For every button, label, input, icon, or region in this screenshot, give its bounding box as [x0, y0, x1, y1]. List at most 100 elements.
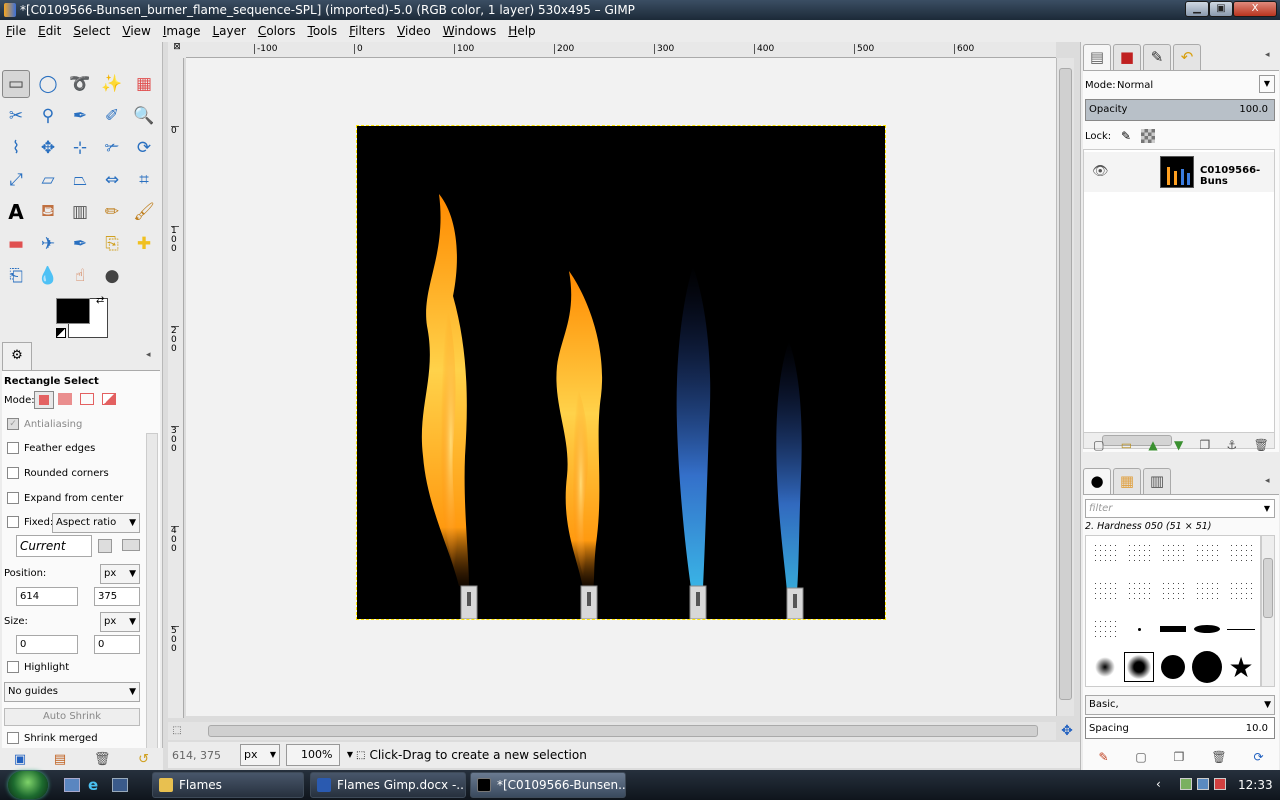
- lower-layer-icon[interactable]: ▼: [1174, 438, 1183, 456]
- horizontal-ruler[interactable]: -100 0 100 200 300 400 500 600: [186, 42, 1056, 58]
- fuzzy-select-tool-icon[interactable]: ✨: [98, 70, 126, 98]
- panel-menu-icon[interactable]: ◂: [1265, 50, 1270, 60]
- perspective-clone-tool-icon[interactable]: ⎗: [2, 262, 30, 290]
- chevron-down-icon[interactable]: ▼: [1259, 75, 1275, 93]
- brush-preview-spatter[interactable]: [1090, 538, 1120, 568]
- clock[interactable]: 12:33: [1238, 778, 1273, 792]
- by-color-select-tool-icon[interactable]: ▦: [130, 70, 158, 98]
- size-height-field[interactable]: 0: [94, 635, 140, 654]
- position-x-field[interactable]: 614: [16, 587, 78, 606]
- heal-tool-icon[interactable]: ✚: [130, 230, 158, 258]
- delete-options-icon[interactable]: 🗑: [94, 752, 111, 767]
- brush-preview-soft[interactable]: [1090, 652, 1120, 682]
- lock-alpha-icon[interactable]: [1141, 129, 1155, 143]
- brush-preview-spatter[interactable]: [1192, 538, 1222, 568]
- zoom-tool-icon[interactable]: 🔍: [130, 102, 158, 130]
- edit-brush-icon[interactable]: ✎: [1098, 750, 1108, 764]
- perspective-tool-icon[interactable]: ⏢: [66, 166, 94, 194]
- shear-tool-icon[interactable]: ▱: [34, 166, 62, 194]
- flip-tool-icon[interactable]: ⇔: [98, 166, 126, 194]
- brush-preview-spatter[interactable]: [1158, 576, 1188, 606]
- opacity-slider[interactable]: Opacity 100.0: [1085, 99, 1275, 121]
- measure-tool-icon[interactable]: ⌇: [2, 134, 30, 162]
- brush-preview-dot[interactable]: [1124, 614, 1154, 644]
- menu-video[interactable]: Video: [391, 24, 437, 38]
- highlight-checkbox[interactable]: [7, 661, 19, 673]
- quick-mask-icon[interactable]: ⬚: [168, 722, 186, 740]
- eraser-tool-icon[interactable]: ▬: [2, 230, 30, 258]
- airbrush-tool-icon[interactable]: ✈: [34, 230, 62, 258]
- size-width-field[interactable]: 0: [16, 635, 78, 654]
- raise-layer-icon[interactable]: ▲: [1148, 438, 1157, 456]
- reset-options-icon[interactable]: ↺: [138, 752, 149, 767]
- brushes-scrollbar[interactable]: [1261, 535, 1275, 687]
- color-picker-tool-icon[interactable]: ✐: [98, 102, 126, 130]
- layer-row[interactable]: 👁 C0109566-Buns: [1084, 152, 1274, 192]
- cage-tool-icon[interactable]: ⌗: [130, 166, 158, 194]
- aspect-current-field[interactable]: Current: [16, 535, 92, 557]
- position-y-field[interactable]: 375: [94, 587, 140, 606]
- foreground-select-tool-icon[interactable]: ⚲: [34, 102, 62, 130]
- unit-dropdown[interactable]: px ▼: [240, 744, 280, 766]
- menu-layer[interactable]: Layer: [206, 24, 251, 38]
- zoom-dropdown[interactable]: 100% ▼: [286, 744, 353, 766]
- gradients-tab[interactable]: ▥: [1143, 468, 1171, 494]
- internet-explorer-icon[interactable]: e: [88, 776, 98, 794]
- taskbar-item-flames[interactable]: Flames: [152, 772, 304, 798]
- menu-file[interactable]: File: [0, 24, 32, 38]
- move-tool-icon[interactable]: ✥: [34, 134, 62, 162]
- reset-colors-icon[interactable]: [56, 328, 66, 338]
- bucket-fill-tool-icon[interactable]: ⛾: [34, 198, 62, 226]
- channels-tab[interactable]: ■: [1113, 44, 1141, 70]
- vertical-scrollbar[interactable]: [1056, 58, 1074, 716]
- navigate-icon[interactable]: ✥: [1058, 722, 1076, 740]
- new-layer-icon[interactable]: ▢: [1093, 438, 1104, 456]
- network-icon[interactable]: [1197, 778, 1209, 790]
- landscape-icon[interactable]: [122, 539, 140, 551]
- duplicate-brush-icon[interactable]: ❐: [1174, 750, 1185, 764]
- ink-tool-icon[interactable]: ✒: [66, 230, 94, 258]
- rotate-tool-icon[interactable]: ⟳: [130, 134, 158, 162]
- portrait-icon[interactable]: [98, 539, 112, 553]
- brush-preview-hard-m[interactable]: [1158, 652, 1188, 682]
- panel-menu-icon[interactable]: ◂: [146, 350, 151, 360]
- horizontal-scrollbar[interactable]: [186, 722, 1056, 740]
- paths-tool-icon[interactable]: ✒: [66, 102, 94, 130]
- brush-preview-soft-sel[interactable]: [1124, 652, 1154, 682]
- rect-select-tool-icon[interactable]: ▭: [2, 70, 30, 98]
- brush-preview-line[interactable]: [1226, 614, 1256, 644]
- align-tool-icon[interactable]: ⊹: [66, 134, 94, 162]
- dodge-burn-tool-icon[interactable]: ●: [98, 262, 126, 290]
- scale-tool-icon[interactable]: ⤢: [2, 166, 30, 194]
- blur-tool-icon[interactable]: 💧: [34, 262, 62, 290]
- new-brush-icon[interactable]: ▢: [1135, 750, 1146, 764]
- anchor-layer-icon[interactable]: ⚓: [1227, 438, 1238, 456]
- menu-select[interactable]: Select: [67, 24, 116, 38]
- vertical-ruler[interactable]: 0 100 200 300 400 500: [168, 58, 184, 718]
- switch-windows-icon[interactable]: [112, 778, 128, 792]
- swap-colors-icon[interactable]: ⇄: [96, 295, 104, 306]
- crop-tool-icon[interactable]: ✃: [98, 134, 126, 162]
- tool-options-tab[interactable]: ⚙: [2, 342, 32, 370]
- menu-colors[interactable]: Colors: [252, 24, 302, 38]
- free-select-tool-icon[interactable]: ➰: [66, 70, 94, 98]
- eye-icon[interactable]: 👁: [1092, 164, 1109, 179]
- menu-view[interactable]: View: [116, 24, 156, 38]
- volume-icon[interactable]: [1214, 778, 1226, 790]
- brush-preview-hard-l[interactable]: [1192, 651, 1222, 683]
- fixed-mode-dropdown[interactable]: Aspect ratio ▼: [52, 513, 140, 533]
- foreground-color-swatch[interactable]: [56, 298, 90, 324]
- mode-intersect-button[interactable]: [102, 393, 116, 405]
- patterns-tab[interactable]: ▦: [1113, 468, 1141, 494]
- new-layer-group-icon[interactable]: ▭: [1121, 438, 1132, 456]
- smudge-tool-icon[interactable]: ☝: [66, 262, 94, 290]
- undo-history-tab[interactable]: ↶: [1173, 44, 1201, 70]
- brush-preview-spatter[interactable]: [1124, 576, 1154, 606]
- menu-filters[interactable]: Filters: [343, 24, 391, 38]
- refresh-brushes-icon[interactable]: ⟳: [1253, 750, 1263, 764]
- maximize-button[interactable]: ▣: [1209, 1, 1233, 17]
- menu-help[interactable]: Help: [502, 24, 541, 38]
- pencil-tool-icon[interactable]: ✏: [98, 198, 126, 226]
- brush-preview-bar[interactable]: [1158, 614, 1188, 644]
- clone-tool-icon[interactable]: ⎘: [98, 230, 126, 258]
